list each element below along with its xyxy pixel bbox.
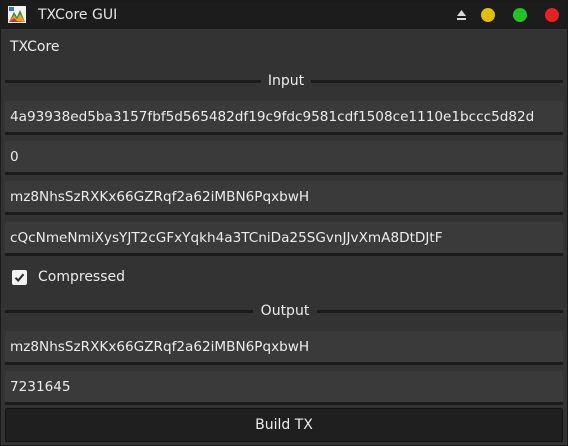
separator-line [311,80,563,83]
compressed-checkbox-row[interactable]: Compressed [12,266,125,288]
title-bar[interactable]: TXCore GUI [1,1,567,29]
compressed-label[interactable]: Compressed [38,269,125,285]
output-address-input[interactable] [5,331,563,362]
input-section-separator: Input [5,71,563,91]
build-tx-button[interactable]: Build TX [5,408,563,442]
txid-field[interactable] [5,101,563,135]
output-section-label: Output [260,303,310,319]
vout-field[interactable] [5,141,563,175]
input-address-field[interactable] [5,181,563,215]
amount-field[interactable] [5,371,563,405]
input-section-label: Input [267,73,305,89]
app-logo-icon [8,6,26,23]
separator-line [5,310,253,313]
vout-input[interactable] [5,141,563,172]
maximize-button[interactable] [513,8,527,22]
separator-line [5,80,261,83]
compressed-checkbox[interactable] [12,269,27,285]
input-address-input[interactable] [5,181,563,212]
app-heading: TXCore [10,39,60,55]
separator-line [317,310,563,313]
output-section-separator: Output [5,301,563,321]
checkmark-icon [14,273,25,282]
app-window: TXCore GUI TXCore Input 4a93938ed5ba3157… [0,0,568,446]
window-title: TXCore GUI [38,7,118,23]
minimize-button[interactable] [481,8,495,22]
private-key-input[interactable] [5,222,563,253]
private-key-field[interactable] [5,222,563,256]
output-address-field[interactable] [5,331,563,365]
eject-icon[interactable] [456,9,467,21]
txid-input[interactable] [5,101,563,132]
close-button[interactable] [545,8,559,22]
amount-input[interactable] [5,371,563,402]
